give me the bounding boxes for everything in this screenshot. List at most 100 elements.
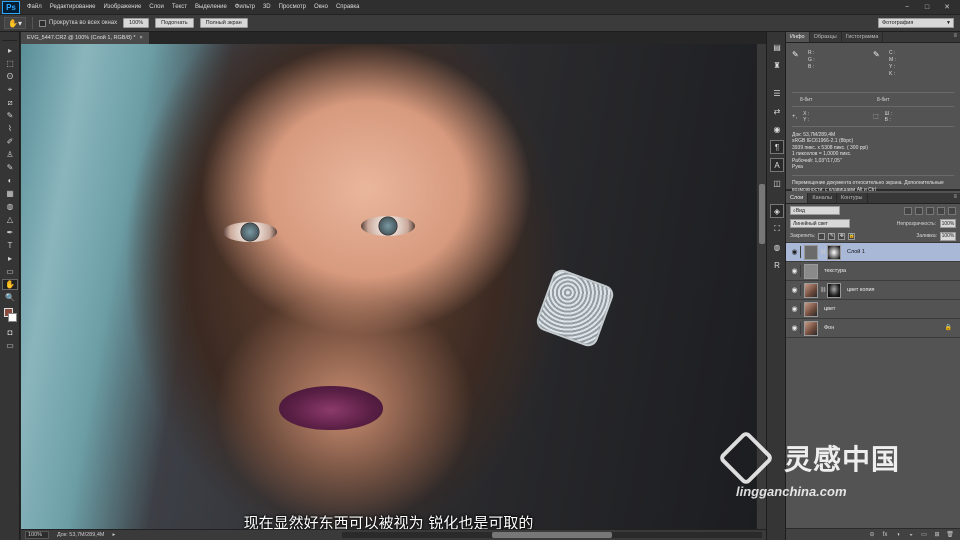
screen-mode-icon[interactable]: ▭ xyxy=(2,340,18,351)
quick-select-tool-icon[interactable]: ⌖ xyxy=(2,84,18,95)
layer-row[interactable]: ◉ цвет xyxy=(786,300,960,319)
menu-image[interactable]: Изображение xyxy=(99,4,145,10)
menu-layers[interactable]: Слои xyxy=(145,4,168,10)
close-icon[interactable]: ✕ xyxy=(940,2,954,12)
vertical-scroll-thumb[interactable] xyxy=(759,184,765,244)
visibility-eye-icon[interactable]: ◉ xyxy=(789,322,801,334)
new-layer-icon[interactable]: ⊞ xyxy=(933,531,941,538)
filter-shape-icon[interactable] xyxy=(937,206,945,215)
type-tool-icon[interactable]: T xyxy=(2,240,18,251)
add-mask-icon[interactable]: ◑ xyxy=(894,532,902,538)
horizontal-scrollbar[interactable] xyxy=(342,532,762,538)
hand-tool-preset-icon[interactable]: ✋▾ xyxy=(4,17,26,29)
panel-menu-icon[interactable]: ≡ xyxy=(953,33,957,39)
lasso-tool-icon[interactable]: ʘ xyxy=(2,71,18,82)
eyedropper-icon[interactable]: ✎ xyxy=(873,50,883,59)
visibility-eye-icon[interactable]: ◉ xyxy=(789,265,801,277)
tab-histogram[interactable]: Гистограмма xyxy=(842,32,884,42)
visibility-eye-icon[interactable]: ◉ xyxy=(789,284,801,296)
properties-panel-icon[interactable]: ☰ xyxy=(770,86,784,100)
paragraph-panel-icon[interactable]: ¶ xyxy=(770,140,784,154)
pen-tool-icon[interactable]: ✒ xyxy=(2,227,18,238)
layer-filter-select[interactable]: ⌕ Вид xyxy=(790,206,840,215)
filter-type-icon[interactable] xyxy=(926,206,934,215)
clone-source-panel-icon[interactable]: ◫ xyxy=(770,176,784,190)
layer-style-icon[interactable]: fx xyxy=(881,532,889,538)
tab-swatches[interactable]: Образцы xyxy=(810,32,842,42)
close-tab-icon[interactable]: × xyxy=(140,35,143,41)
path-select-tool-icon[interactable]: ▸ xyxy=(2,253,18,264)
menu-3d[interactable]: 3D xyxy=(259,4,275,10)
adjustments-panel-icon[interactable]: ◉ xyxy=(770,122,784,136)
filter-pixel-icon[interactable] xyxy=(904,206,912,215)
tab-layers[interactable]: Слои xyxy=(786,193,809,203)
minimize-icon[interactable]: − xyxy=(900,2,914,12)
crop-tool-icon[interactable]: ⧄ xyxy=(2,97,18,108)
zoom-level-field[interactable]: 100% xyxy=(25,531,49,539)
menu-type[interactable]: Текст xyxy=(168,4,191,10)
eraser-tool-icon[interactable]: ◐ xyxy=(2,175,18,186)
lock-position-icon[interactable]: ✥ xyxy=(838,232,846,240)
menu-select[interactable]: Выделение xyxy=(191,4,231,10)
character-panel-icon[interactable]: A xyxy=(770,158,784,172)
vertical-scrollbar[interactable] xyxy=(756,44,766,529)
layer-mask-thumbnail[interactable] xyxy=(827,282,841,298)
blend-mode-select[interactable]: Линейный свет xyxy=(790,219,850,228)
tab-channels[interactable]: Каналы xyxy=(808,193,837,203)
menu-file[interactable]: Файл xyxy=(23,4,46,10)
background-color-swatch[interactable] xyxy=(8,313,17,322)
lock-transparent-icon[interactable] xyxy=(818,232,826,240)
fill-field[interactable]: 100% xyxy=(940,231,956,241)
eyedropper-icon[interactable]: ✎ xyxy=(792,50,802,59)
marquee-tool-icon[interactable]: ⬚ xyxy=(2,58,18,69)
layer-row[interactable]: ◉ ⛓ Слой 1 xyxy=(786,243,960,262)
lock-all-icon[interactable]: 🔒 xyxy=(848,232,856,240)
visibility-eye-icon[interactable]: ◉ xyxy=(789,246,801,258)
mask-link-icon[interactable]: ⛓ xyxy=(820,249,826,255)
menu-help[interactable]: Справка xyxy=(332,4,364,10)
scroll-all-windows-checkbox[interactable]: Прокрутка во всех окнах xyxy=(39,19,117,27)
menu-view[interactable]: Просмотр xyxy=(275,4,310,10)
mask-link-icon[interactable]: ⛓ xyxy=(820,287,826,293)
tab-info[interactable]: Инфо xyxy=(786,32,810,42)
gradient-tool-icon[interactable]: ▦ xyxy=(2,188,18,199)
document-tab[interactable]: EVG_5447.CR2 @ 100% (Слой 1, RGB/8) * × xyxy=(21,32,149,44)
layer-row[interactable]: ◉ ⛓ цвет копия xyxy=(786,281,960,300)
fit-screen-button[interactable]: Подогнать xyxy=(155,18,194,28)
zoom-tool-icon[interactable]: 🔍 xyxy=(2,292,18,303)
fill-screen-button[interactable]: Полный экран xyxy=(199,18,248,28)
status-arrow-icon[interactable]: ▸ xyxy=(112,532,115,538)
menu-edit[interactable]: Редактирование xyxy=(46,4,100,10)
panel-menu-icon[interactable]: ≡ xyxy=(953,194,957,200)
history-brush-tool-icon[interactable]: ✎ xyxy=(2,162,18,173)
visibility-eye-icon[interactable]: ◉ xyxy=(789,303,801,315)
shape-tool-icon[interactable]: ▭ xyxy=(2,266,18,277)
brush-tool-icon[interactable]: ✐ xyxy=(2,136,18,147)
menu-filter[interactable]: Фильтр xyxy=(231,4,259,10)
healing-brush-tool-icon[interactable]: ⌇ xyxy=(2,123,18,134)
dodge-tool-icon[interactable]: △ xyxy=(2,214,18,225)
tools-grip[interactable] xyxy=(2,36,17,41)
move-tool-icon[interactable]: ▸ xyxy=(2,45,18,56)
brush-presets-panel-icon[interactable]: ◍ xyxy=(770,240,784,254)
layer-mask-thumbnail[interactable] xyxy=(827,244,841,260)
link-layers-icon[interactable]: ⊝ xyxy=(868,531,876,538)
menu-window[interactable]: Окно xyxy=(310,4,332,10)
tool-presets-panel-icon[interactable]: R xyxy=(770,258,784,272)
hand-tool-icon[interactable]: ✋ xyxy=(2,279,18,290)
lock-pixels-icon[interactable]: ✎ xyxy=(828,232,836,240)
swap-panel-icon[interactable]: ⇄ xyxy=(770,104,784,118)
maximize-icon[interactable]: □ xyxy=(920,2,934,12)
opacity-field[interactable]: 100% xyxy=(940,219,956,228)
clone-stamp-tool-icon[interactable]: ♙ xyxy=(2,149,18,160)
timeline-panel-icon[interactable]: ◈ xyxy=(770,204,784,218)
eyedropper-tool-icon[interactable]: ✎ xyxy=(2,110,18,121)
notes-panel-icon[interactable]: ⛶ xyxy=(770,222,784,236)
horizontal-scroll-thumb[interactable] xyxy=(492,532,612,538)
workspace-select[interactable]: Фотография ▼ xyxy=(878,18,954,28)
layer-row[interactable]: ◉ Фон 🔒 xyxy=(786,319,960,338)
zoom-100-button[interactable]: 100% xyxy=(123,18,150,28)
trash-icon[interactable]: 🗑 xyxy=(946,531,954,538)
history-panel-icon[interactable]: ▤ xyxy=(770,40,784,54)
filter-adjustment-icon[interactable] xyxy=(915,206,923,215)
